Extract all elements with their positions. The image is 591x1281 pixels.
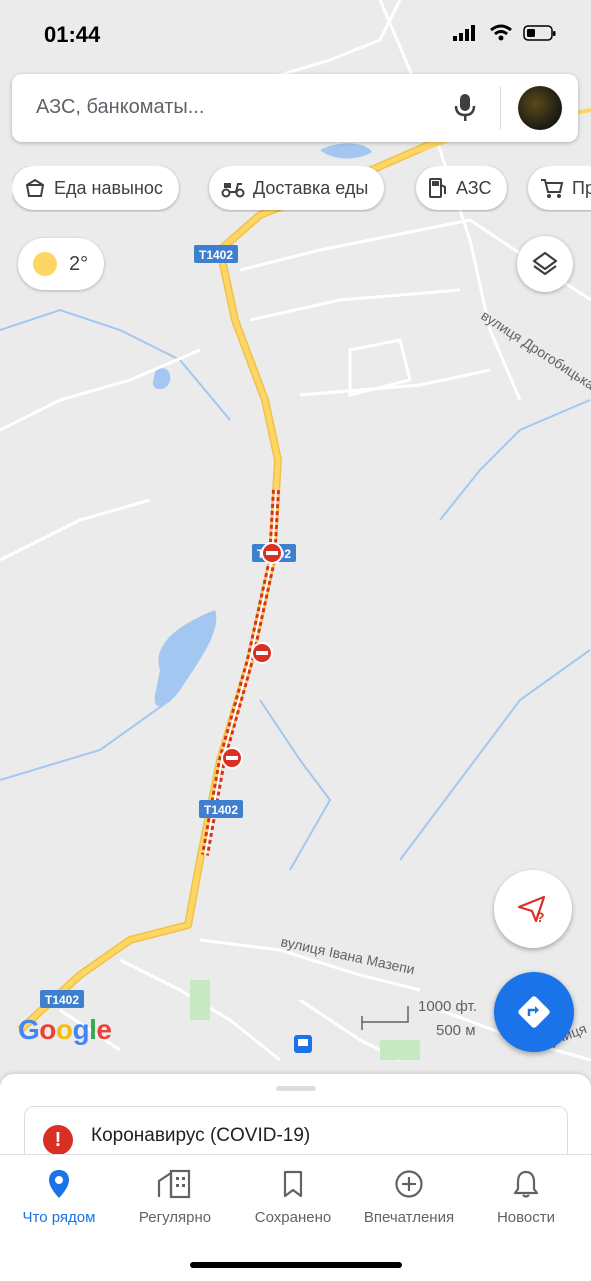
tab-label: Новости bbox=[496, 1209, 556, 1226]
home-indicator[interactable] bbox=[190, 1262, 402, 1268]
bookmark-icon bbox=[283, 1170, 303, 1198]
tab-explore[interactable]: Что рядом bbox=[0, 1167, 118, 1226]
chip-takeout[interactable]: Еда навынос bbox=[12, 166, 179, 210]
chip-shopping[interactable]: Пр bbox=[528, 166, 591, 210]
avatar[interactable] bbox=[518, 86, 562, 130]
svg-text:T1402: T1402 bbox=[199, 248, 233, 262]
wifi-icon bbox=[490, 24, 512, 41]
signal-icon bbox=[453, 25, 475, 41]
scale-imperial: 1000 фт. bbox=[418, 998, 477, 1015]
sheet-handle[interactable] bbox=[276, 1086, 316, 1091]
svg-text:?: ? bbox=[536, 909, 545, 924]
tab-contribute[interactable]: Впечатления bbox=[350, 1167, 468, 1226]
category-chips: Еда навынос Доставка еды АЗС Пр bbox=[12, 166, 591, 212]
google-logo: Google bbox=[18, 1014, 112, 1045]
covid-title: Коронавирус (COVID-19) bbox=[91, 1125, 311, 1146]
gas-station-icon bbox=[429, 178, 446, 198]
tab-label: Что рядом bbox=[22, 1209, 96, 1226]
map-scale: 1000 фт. 500 м bbox=[360, 996, 490, 1046]
directions-button[interactable] bbox=[494, 972, 574, 1052]
closure-marker[interactable] bbox=[251, 642, 273, 664]
svg-text:T1402: T1402 bbox=[204, 803, 238, 817]
sun-icon bbox=[33, 252, 57, 276]
road-shield: T1402 bbox=[40, 990, 84, 1008]
tab-commute[interactable]: Регулярно bbox=[116, 1167, 234, 1226]
chip-food-delivery[interactable]: Доставка еды bbox=[209, 166, 385, 210]
directions-icon bbox=[518, 996, 550, 1028]
search-input[interactable]: АЗС, банкоматы... bbox=[36, 96, 204, 119]
battery-icon bbox=[523, 25, 556, 41]
takeout-icon bbox=[25, 178, 45, 197]
chip-gas-station[interactable]: АЗС bbox=[416, 166, 508, 210]
alert-icon: ! bbox=[43, 1125, 73, 1155]
navigation-question-icon: ? bbox=[517, 895, 546, 924]
search-bar[interactable]: АЗС, банкоматы... bbox=[12, 74, 578, 142]
chip-label: Доставка еды bbox=[253, 177, 369, 198]
layers-button[interactable] bbox=[517, 236, 573, 292]
svg-text:T1402: T1402 bbox=[45, 993, 79, 1007]
chip-label: Пр bbox=[572, 177, 591, 198]
add-circle-icon bbox=[395, 1170, 423, 1198]
buildings-icon bbox=[157, 1169, 191, 1199]
tab-updates[interactable]: Новости bbox=[467, 1167, 585, 1226]
report-incident-button[interactable]: ? bbox=[494, 870, 572, 948]
tab-label: Регулярно bbox=[138, 1209, 212, 1226]
location-pin-icon bbox=[49, 1170, 69, 1198]
layers-icon bbox=[532, 251, 558, 276]
delivery-scooter-icon bbox=[221, 183, 245, 198]
temperature: 2° bbox=[69, 252, 89, 275]
road-shield: T1402 bbox=[194, 245, 238, 263]
bell-icon bbox=[513, 1170, 539, 1198]
tab-label: Впечатления bbox=[363, 1209, 455, 1226]
search-divider bbox=[500, 86, 501, 130]
bottom-sheet[interactable]: ! Коронавирус (COVID-19) bbox=[0, 1074, 591, 1168]
road-shield: T1402 bbox=[199, 800, 243, 818]
chip-label: Еда навынос bbox=[54, 177, 163, 198]
weather-widget[interactable]: 2° bbox=[18, 238, 104, 290]
shopping-cart-icon bbox=[541, 179, 564, 198]
tab-label: Сохранено bbox=[254, 1209, 332, 1226]
microphone-icon[interactable] bbox=[452, 92, 478, 122]
tab-saved[interactable]: Сохранено bbox=[234, 1167, 352, 1226]
status-bar: 01:44 bbox=[0, 0, 591, 70]
chip-label: АЗС bbox=[456, 177, 492, 198]
closure-marker[interactable] bbox=[221, 747, 243, 769]
clock: 01:44 bbox=[44, 22, 101, 47]
scale-metric: 500 м bbox=[436, 1022, 476, 1039]
